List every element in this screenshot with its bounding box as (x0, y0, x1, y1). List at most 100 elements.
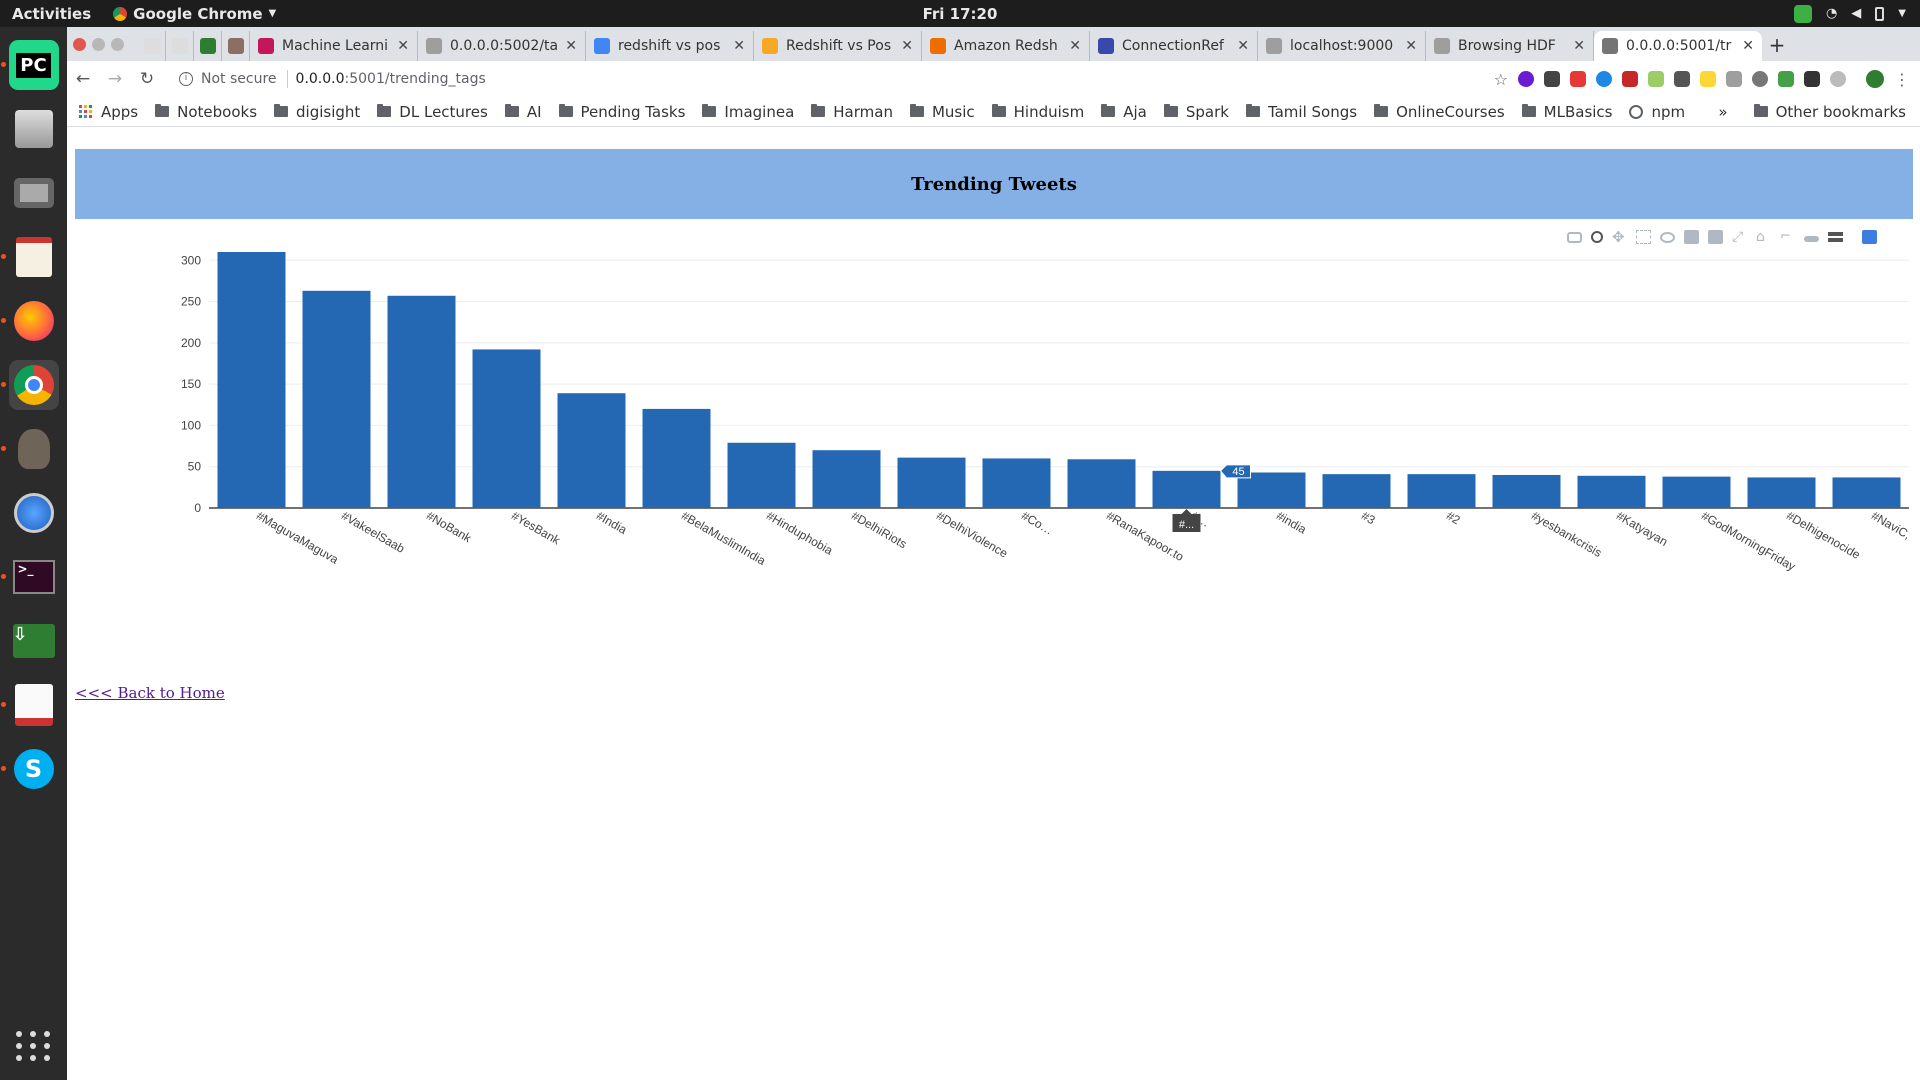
tab[interactable] (194, 31, 222, 61)
bookmark-star-icon[interactable]: ☆ (1494, 70, 1508, 89)
extension-icon[interactable] (1726, 71, 1742, 87)
info-icon[interactable]: i (179, 72, 193, 86)
pan-icon[interactable]: ✥ (1612, 230, 1627, 245)
bar[interactable] (1322, 474, 1391, 508)
tab[interactable]: Redshift vs Pos ✕ (754, 31, 922, 61)
system-tray[interactable]: ◔ ◀ ▼ (1793, 0, 1906, 27)
extension-icon[interactable] (1700, 71, 1716, 87)
box-select-icon[interactable] (1636, 230, 1651, 244)
bar[interactable] (1067, 459, 1136, 508)
update-icon[interactable] (1793, 4, 1812, 23)
bookmark-item[interactable]: AI (504, 103, 542, 121)
extension-icon[interactable] (1570, 71, 1586, 87)
bar[interactable] (1492, 474, 1561, 508)
lasso-select-icon[interactable] (1660, 231, 1675, 243)
camera-icon[interactable] (1567, 231, 1582, 243)
show-applications-button[interactable] (15, 1028, 52, 1064)
tab-active[interactable]: 0.0.0.0:5001/tr ✕ (1594, 31, 1762, 61)
reload-button[interactable]: ↻ (131, 69, 163, 89)
minimize-window-button[interactable] (92, 38, 105, 51)
bookmark-item[interactable]: DL Lectures (377, 103, 488, 121)
pycharm-launcher[interactable]: PC (0, 40, 59, 90)
tab[interactable]: localhost:9000 ✕ (1258, 31, 1426, 61)
close-tab-icon[interactable]: ✕ (1069, 38, 1081, 54)
bar[interactable] (217, 252, 286, 508)
maximize-window-button[interactable] (111, 38, 124, 51)
bar[interactable] (1662, 476, 1731, 508)
bar[interactable] (1152, 470, 1221, 508)
close-tab-icon[interactable]: ✕ (901, 38, 913, 54)
more-bookmarks-button[interactable]: » (1718, 103, 1727, 121)
extension-icon[interactable] (1648, 71, 1664, 87)
bookmark-item[interactable]: Spark (1163, 103, 1229, 121)
close-tab-icon[interactable]: ✕ (397, 38, 409, 54)
bookmark-item[interactable]: Harman (811, 103, 893, 121)
bookmark-item[interactable]: Apps (79, 103, 138, 121)
camera-launcher[interactable] (9, 168, 59, 218)
tab[interactable]: Machine Learni ✕ (250, 31, 418, 61)
extension-icon[interactable] (1544, 71, 1560, 87)
bookmark-item[interactable]: digisight (274, 103, 360, 121)
extension-icon[interactable] (1518, 71, 1534, 87)
skype-launcher[interactable]: S (0, 744, 59, 794)
bar[interactable] (1407, 474, 1476, 508)
menu-icon[interactable]: ⋮ (1894, 70, 1910, 89)
terminal-launcher[interactable]: >_ (0, 552, 59, 602)
autoscale-icon[interactable]: ⤢ (1732, 230, 1747, 244)
bar[interactable] (1577, 475, 1646, 508)
text-editor-launcher[interactable] (0, 232, 59, 282)
bar[interactable] (302, 290, 371, 508)
volume-icon[interactable]: ◀ (1851, 6, 1861, 21)
back-to-home-link[interactable]: <<< Back to Home (75, 684, 225, 702)
forward-button[interactable]: → (99, 69, 131, 89)
bar[interactable] (727, 442, 796, 508)
close-tab-icon[interactable]: ✕ (1573, 38, 1585, 54)
bookmark-item[interactable]: npm (1629, 103, 1685, 121)
zoom-out-icon[interactable] (1708, 230, 1723, 244)
battery-icon[interactable] (1875, 6, 1885, 21)
tab[interactable]: ConnectionRef ✕ (1090, 31, 1258, 61)
plotly-logo-icon[interactable] (1862, 230, 1877, 244)
activities-button[interactable]: Activities (0, 5, 103, 23)
gimp-launcher[interactable] (0, 424, 59, 474)
bookmark-item[interactable]: Pending Tasks (558, 103, 685, 121)
extension-icon[interactable] (1830, 71, 1846, 87)
firefox-launcher[interactable] (0, 296, 59, 346)
bookmark-item[interactable]: MLBasics (1521, 103, 1612, 121)
bar[interactable] (1747, 477, 1816, 508)
system-menu-icon[interactable]: ▼ (1898, 8, 1906, 19)
browser-launcher[interactable] (9, 488, 59, 538)
close-tab-icon[interactable]: ✕ (1237, 38, 1249, 54)
bookmark-item[interactable]: Tamil Songs (1245, 103, 1357, 121)
bar[interactable] (387, 295, 456, 508)
reset-axes-icon[interactable]: ⌂ (1756, 230, 1771, 244)
bar[interactable] (472, 349, 541, 508)
close-tab-icon[interactable]: ✕ (1405, 38, 1417, 54)
bookmark-item[interactable]: Music (909, 103, 975, 121)
zoom-icon[interactable] (1591, 231, 1603, 243)
back-button[interactable]: ← (67, 69, 99, 89)
tab[interactable] (166, 31, 194, 61)
hover-compare-icon[interactable] (1828, 232, 1843, 242)
close-tab-icon[interactable]: ✕ (1742, 38, 1754, 54)
bookmark-item[interactable]: Hinduism (991, 103, 1084, 121)
file-manager-launcher[interactable] (9, 104, 59, 154)
extension-icon[interactable] (1622, 71, 1638, 87)
tab[interactable]: 0.0.0.0:5002/ta ✕ (418, 31, 586, 61)
wifi-icon[interactable]: ◔ (1826, 6, 1837, 21)
bookmark-item[interactable]: Notebooks (155, 103, 257, 121)
tab[interactable]: Amazon Redsh ✕ (922, 31, 1090, 61)
app-menu[interactable]: Google Chrome ▼ (103, 5, 276, 23)
hover-closest-icon[interactable] (1804, 236, 1819, 242)
extension-icon[interactable] (1804, 71, 1820, 87)
address-bar[interactable]: i Not secure 0.0.0.0:5001/trending_tags (173, 64, 1363, 94)
extension-icon[interactable] (1778, 71, 1794, 87)
bookmark-item[interactable]: OnlineCourses (1374, 103, 1505, 121)
bar[interactable] (557, 393, 626, 508)
bookmark-item[interactable]: Imaginea (702, 103, 794, 121)
bar[interactable] (1832, 477, 1901, 508)
tab[interactable]: redshift vs pos ✕ (586, 31, 754, 61)
extension-icon[interactable] (1674, 71, 1690, 87)
zoom-in-icon[interactable] (1684, 230, 1699, 244)
close-tab-icon[interactable]: ✕ (565, 38, 577, 54)
